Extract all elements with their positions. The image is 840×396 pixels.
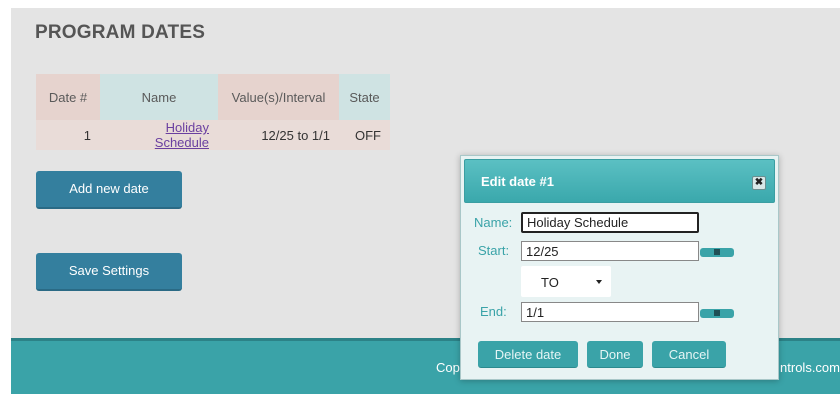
done-button[interactable]: Done (587, 341, 643, 368)
end-date-input[interactable] (521, 302, 699, 322)
row-interval: 12/25 to 1/1 (218, 120, 339, 150)
column-header-name: Name (100, 74, 218, 120)
footer-copyright-text: Cop (436, 360, 460, 375)
end-calendar-icon[interactable] (700, 309, 734, 318)
end-label: End: (480, 304, 507, 319)
page: PROGRAM DATES Date # Name Value(s)/Inter… (0, 0, 840, 396)
page-title: PROGRAM DATES (35, 22, 206, 43)
column-header-date-number: Date # (36, 74, 100, 120)
range-mode-select[interactable]: TO (521, 266, 611, 297)
name-input[interactable] (521, 212, 699, 233)
row-name-cell: Holiday Schedule (100, 120, 218, 150)
calendar-glyph (714, 310, 720, 316)
start-date-input[interactable] (521, 241, 699, 261)
column-header-state: State (339, 74, 390, 120)
row-state: OFF (339, 120, 390, 150)
chevron-down-icon (596, 280, 602, 284)
row-date-number: 1 (36, 120, 100, 150)
range-mode-value: TO (541, 275, 559, 290)
start-calendar-icon[interactable] (700, 248, 734, 257)
save-settings-button[interactable]: Save Settings (36, 253, 182, 291)
table-header-row: Date # Name Value(s)/Interval State (36, 74, 390, 120)
dialog-header[interactable]: Edit date #1 ✖ (464, 159, 775, 203)
add-new-date-button[interactable]: Add new date (36, 171, 182, 209)
calendar-glyph (714, 249, 720, 255)
holiday-schedule-link[interactable]: Holiday Schedule (155, 120, 209, 150)
program-dates-table: Date # Name Value(s)/Interval State 1 Ho… (36, 74, 390, 150)
close-icon[interactable]: ✖ (752, 176, 766, 190)
table-row: 1 Holiday Schedule 12/25 to 1/1 OFF (36, 120, 390, 150)
footer-website-link[interactable]: ntrols.com (780, 360, 840, 375)
cancel-button[interactable]: Cancel (652, 341, 726, 368)
delete-date-button[interactable]: Delete date (478, 341, 578, 368)
dialog-title: Edit date #1 (481, 174, 554, 189)
column-header-interval: Value(s)/Interval (218, 74, 339, 120)
name-label: Name: (474, 215, 513, 230)
start-label: Start: (478, 243, 510, 258)
